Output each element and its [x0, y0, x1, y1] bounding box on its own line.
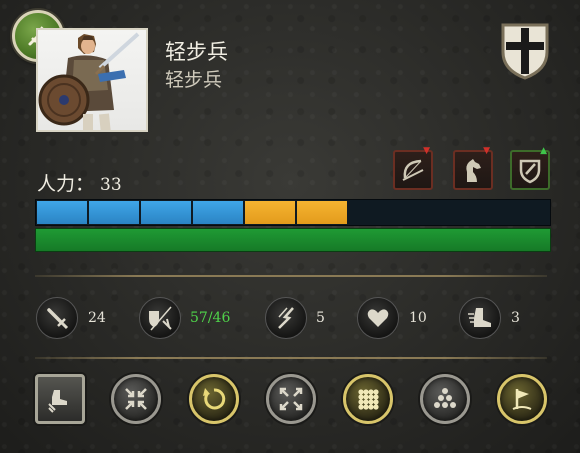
strength-segment	[89, 201, 139, 224]
grid-formation-icon	[358, 389, 379, 410]
attack-stat-icon	[36, 297, 78, 339]
defense-max: 46	[212, 310, 231, 326]
defense-value: 57/46	[190, 310, 230, 326]
unit-name: 轻步兵	[165, 40, 228, 64]
speed-stat-icon	[459, 297, 501, 339]
strength-segment	[37, 201, 87, 224]
tighten-formation-button[interactable]	[111, 374, 161, 424]
morale-stat-icon	[357, 297, 399, 339]
down-arrow-icon: ▼	[483, 146, 490, 156]
unit-strength-bar	[35, 199, 551, 226]
horse-icon	[466, 159, 481, 182]
strength-segment	[245, 201, 295, 224]
down-arrow-icon: ▼	[423, 146, 430, 156]
loosen-formation-button[interactable]	[266, 374, 316, 424]
lightning-spear-icon	[278, 307, 294, 329]
unit-type: 轻步兵	[165, 69, 223, 91]
modifier-vs-infantry[interactable]: ▲	[510, 146, 550, 190]
up-arrow-icon: ▲	[540, 146, 547, 156]
strength-segment	[141, 201, 191, 224]
cross-shield-icon	[501, 23, 549, 80]
manpower-label: 人力：	[37, 173, 95, 195]
square-formation-button[interactable]	[343, 374, 393, 424]
sword-icon	[47, 308, 69, 330]
modifier-vs-archers[interactable]: ▼	[393, 146, 433, 190]
defense-current: 57	[190, 310, 208, 326]
manpower-value: 33	[100, 175, 122, 195]
shield-vs-arrow-icon	[149, 306, 172, 331]
arrows-outward-icon	[279, 387, 303, 411]
charge-stat-icon	[265, 297, 307, 339]
speed-value: 3	[511, 310, 520, 326]
strength-segment	[193, 201, 243, 224]
divider	[35, 357, 547, 359]
flag-icon	[512, 389, 532, 410]
defense-stat-icon	[139, 297, 181, 339]
faction-emblem	[500, 22, 550, 80]
hold-position-button[interactable]	[497, 374, 547, 424]
triangle-formation-icon	[434, 388, 456, 408]
boot-swap-icon	[48, 390, 67, 413]
wedge-formation-button[interactable]	[420, 374, 470, 424]
arrows-inward-icon	[125, 388, 147, 410]
attack-value: 24	[88, 310, 106, 326]
morale-value: 10	[409, 310, 427, 326]
unit-portrait	[36, 28, 148, 132]
bow-icon	[402, 159, 424, 181]
shield-icon	[519, 159, 541, 184]
rotate-formation-button[interactable]	[189, 374, 239, 424]
manpower-readout: 人力： 33	[37, 169, 122, 196]
modifier-vs-cavalry[interactable]: ▼	[453, 146, 493, 190]
charge-value: 5	[316, 310, 325, 326]
heart-icon	[367, 309, 389, 327]
divider	[35, 275, 547, 277]
health-bar	[35, 228, 551, 252]
strength-segment	[297, 201, 347, 224]
disband-unit-button[interactable]	[35, 374, 85, 424]
boot-icon	[468, 308, 491, 327]
rotate-icon	[203, 388, 226, 410]
